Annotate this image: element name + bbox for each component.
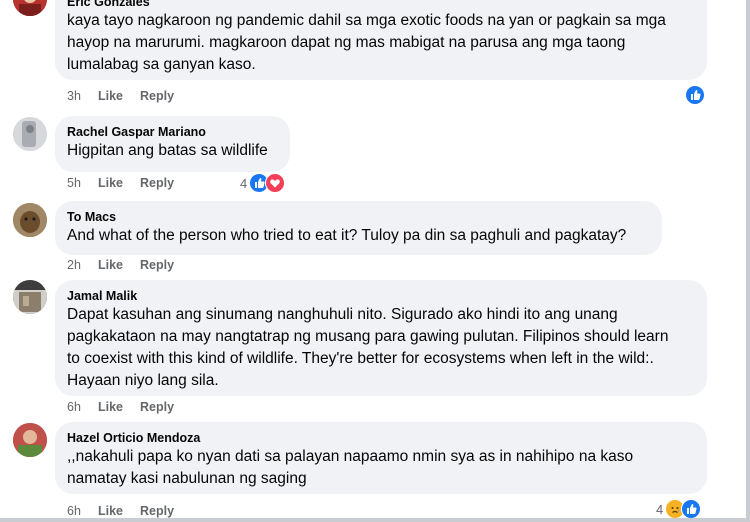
comment-actions: 6h Like Reply [67,399,174,415]
comment-text: And what of the person who tried to eat … [67,227,627,244]
comment-text: Higpitan ang batas sa wildlife [67,142,268,159]
avatar[interactable] [13,203,47,237]
comment-bubble: Eric Gonzales kaya tayo nagkaroon ng pan… [55,0,707,80]
comment-author[interactable]: Jamal Malik [67,288,695,304]
reply-button[interactable]: Reply [140,257,174,273]
comment-author[interactable]: Rachel Gaspar Mariano [67,124,278,140]
comment-bubble: Hazel Orticio Mendoza ,,nakahuli papa ko… [55,422,707,494]
comment-time[interactable]: 2h [67,257,98,273]
reply-button[interactable]: Reply [140,88,174,104]
comment-time[interactable]: 3h [67,88,98,104]
window-border-bottom [0,518,750,522]
comment-bubble: Jamal Malik Dapat kasuhan ang sinumang n… [55,280,707,396]
comment-bubble: Rachel Gaspar Mariano Higpitan ang batas… [55,116,290,172]
comment-actions: 3h Like Reply [67,88,174,104]
like-icon [685,85,705,105]
reaction-summary[interactable]: 4 [656,499,702,519]
comment-time[interactable]: 6h [67,503,98,519]
like-button[interactable]: Like [98,88,140,104]
like-button[interactable]: Like [98,399,140,415]
comment-text: Dapat kasuhan ang sinumang nanghuhuli ni… [67,306,669,389]
heart-icon [265,173,286,193]
avatar[interactable] [13,117,47,151]
comment-text: kaya tayo nagkaroon ng pandemic dahil sa… [67,12,666,73]
comment-author[interactable]: To Macs [67,209,650,225]
avatar[interactable] [13,423,47,457]
reaction-count: 4 [656,501,664,517]
comment-time[interactable]: 5h [67,175,98,191]
like-icon [681,499,702,519]
reply-button[interactable]: Reply [140,175,174,191]
comment-author[interactable]: Hazel Orticio Mendoza [67,430,695,446]
reply-button[interactable]: Reply [140,399,174,415]
reaction-count: 4 [240,175,248,191]
reaction-summary[interactable] [685,85,705,105]
reaction-summary[interactable]: 4 [240,173,286,193]
comment-actions: 5h Like Reply [67,175,174,191]
reply-button[interactable]: Reply [140,503,174,519]
avatar[interactable] [13,280,47,314]
like-button[interactable]: Like [98,257,140,273]
avatar[interactable] [13,0,47,16]
comment-author[interactable]: Eric Gonzales [67,0,695,10]
comment-actions: 6h Like Reply [67,503,174,519]
comment-bubble: To Macs And what of the person who tried… [55,201,662,255]
window-border-right [746,0,750,522]
comment-text: ,,nakahuli papa ko nyan dati sa palayan … [67,448,634,487]
comment-time[interactable]: 6h [67,399,98,415]
comment-actions: 2h Like Reply [67,257,174,273]
like-button[interactable]: Like [98,175,140,191]
like-button[interactable]: Like [98,503,140,519]
